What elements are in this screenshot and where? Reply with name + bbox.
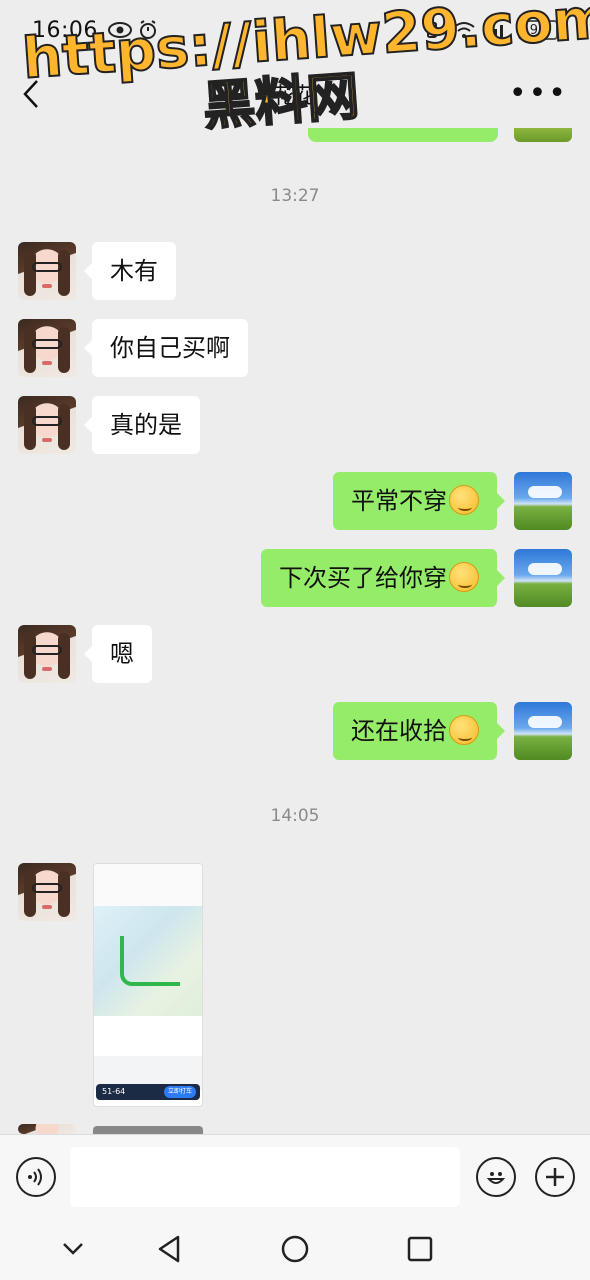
thumb-price: 51-64: [102, 1087, 126, 1096]
shy-face-emoji-icon: [449, 485, 479, 515]
status-time: 16:06: [32, 17, 98, 43]
avatar[interactable]: [18, 396, 76, 454]
wink-face-emoji-icon: [449, 562, 479, 592]
smile-icon[interactable]: [476, 1157, 516, 1197]
avatar[interactable]: [18, 319, 76, 377]
input-bar: [0, 1134, 590, 1218]
chat-header: 花花 •••: [0, 60, 590, 128]
status-bar: 16:06 97: [0, 0, 590, 60]
message-bubble[interactable]: 下次买了给你穿: [261, 549, 505, 607]
avatar[interactable]: [514, 549, 572, 607]
message-bubble-partial[interactable]: [308, 128, 498, 142]
thumb-info: [94, 1016, 202, 1056]
signal-icon: [488, 25, 503, 38]
avatar[interactable]: [514, 472, 572, 530]
back-triangle-icon[interactable]: [152, 1232, 186, 1266]
recents-square-icon[interactable]: [403, 1232, 437, 1266]
message-row: 嗯: [0, 625, 590, 685]
wifi-icon: [453, 22, 475, 38]
avatar[interactable]: [18, 1124, 76, 1134]
battery-indicator: 97: [518, 20, 558, 40]
message-bubble[interactable]: 平常不穿: [333, 472, 505, 530]
vibrate-icon: [427, 22, 437, 38]
message-text: 平常不穿: [351, 487, 447, 515]
message-input[interactable]: [70, 1147, 460, 1207]
home-circle-icon[interactable]: [278, 1232, 312, 1266]
status-icons-right: 97: [422, 20, 558, 40]
message-row: [0, 863, 590, 923]
timestamp: 13:27: [270, 186, 320, 206]
avatar[interactable]: [18, 863, 76, 921]
message-row: 平常不穿: [0, 472, 590, 532]
eye-icon: [107, 22, 132, 38]
chat-title: 花花: [272, 84, 317, 109]
message-bubble[interactable]: 还在收拾: [333, 702, 505, 760]
message-row: 还在收拾: [0, 702, 590, 762]
timestamp: 14:05: [270, 806, 320, 826]
message-bubble[interactable]: 真的是: [84, 396, 200, 454]
thumb-bottom-bar: 51-64 立即打车: [96, 1084, 200, 1100]
message-bubble[interactable]: 木有: [84, 242, 176, 300]
message-row: 木有: [0, 242, 590, 302]
avatar[interactable]: [18, 625, 76, 683]
message-row: [0, 1124, 590, 1134]
message-bubble[interactable]: 你自己买啊: [84, 319, 248, 377]
system-nav-bar: [0, 1218, 590, 1280]
plus-icon[interactable]: [535, 1157, 575, 1197]
voice-icon[interactable]: [16, 1157, 56, 1197]
wink-face-emoji-icon: [449, 715, 479, 745]
image-thumbnail-partial[interactable]: [93, 1126, 203, 1134]
map-screenshot-image[interactable]: 51-64 立即打车: [93, 863, 203, 1107]
avatar[interactable]: [514, 702, 572, 760]
message-list[interactable]: 13:27 木有 你自己买啊 真的是 平常不穿 下次买了给你穿 嗯 还在收拾 1…: [0, 128, 590, 1134]
status-icons-left: [107, 20, 158, 40]
thumb-button: 立即打车: [163, 1086, 196, 1098]
avatar[interactable]: [18, 242, 76, 300]
message-text: 还在收拾: [351, 717, 447, 745]
message-row: 真的是: [0, 396, 590, 456]
message-bubble[interactable]: 嗯: [84, 625, 152, 683]
chevron-down-icon[interactable]: [56, 1232, 90, 1266]
message-text: 下次买了给你穿: [279, 564, 447, 592]
alarm-icon: [139, 20, 156, 39]
avatar[interactable]: [514, 128, 572, 142]
thumb-header: [94, 864, 202, 906]
thumb-map: [94, 906, 202, 1016]
message-row: 你自己买啊: [0, 319, 590, 379]
message-row: 下次买了给你穿: [0, 549, 590, 609]
